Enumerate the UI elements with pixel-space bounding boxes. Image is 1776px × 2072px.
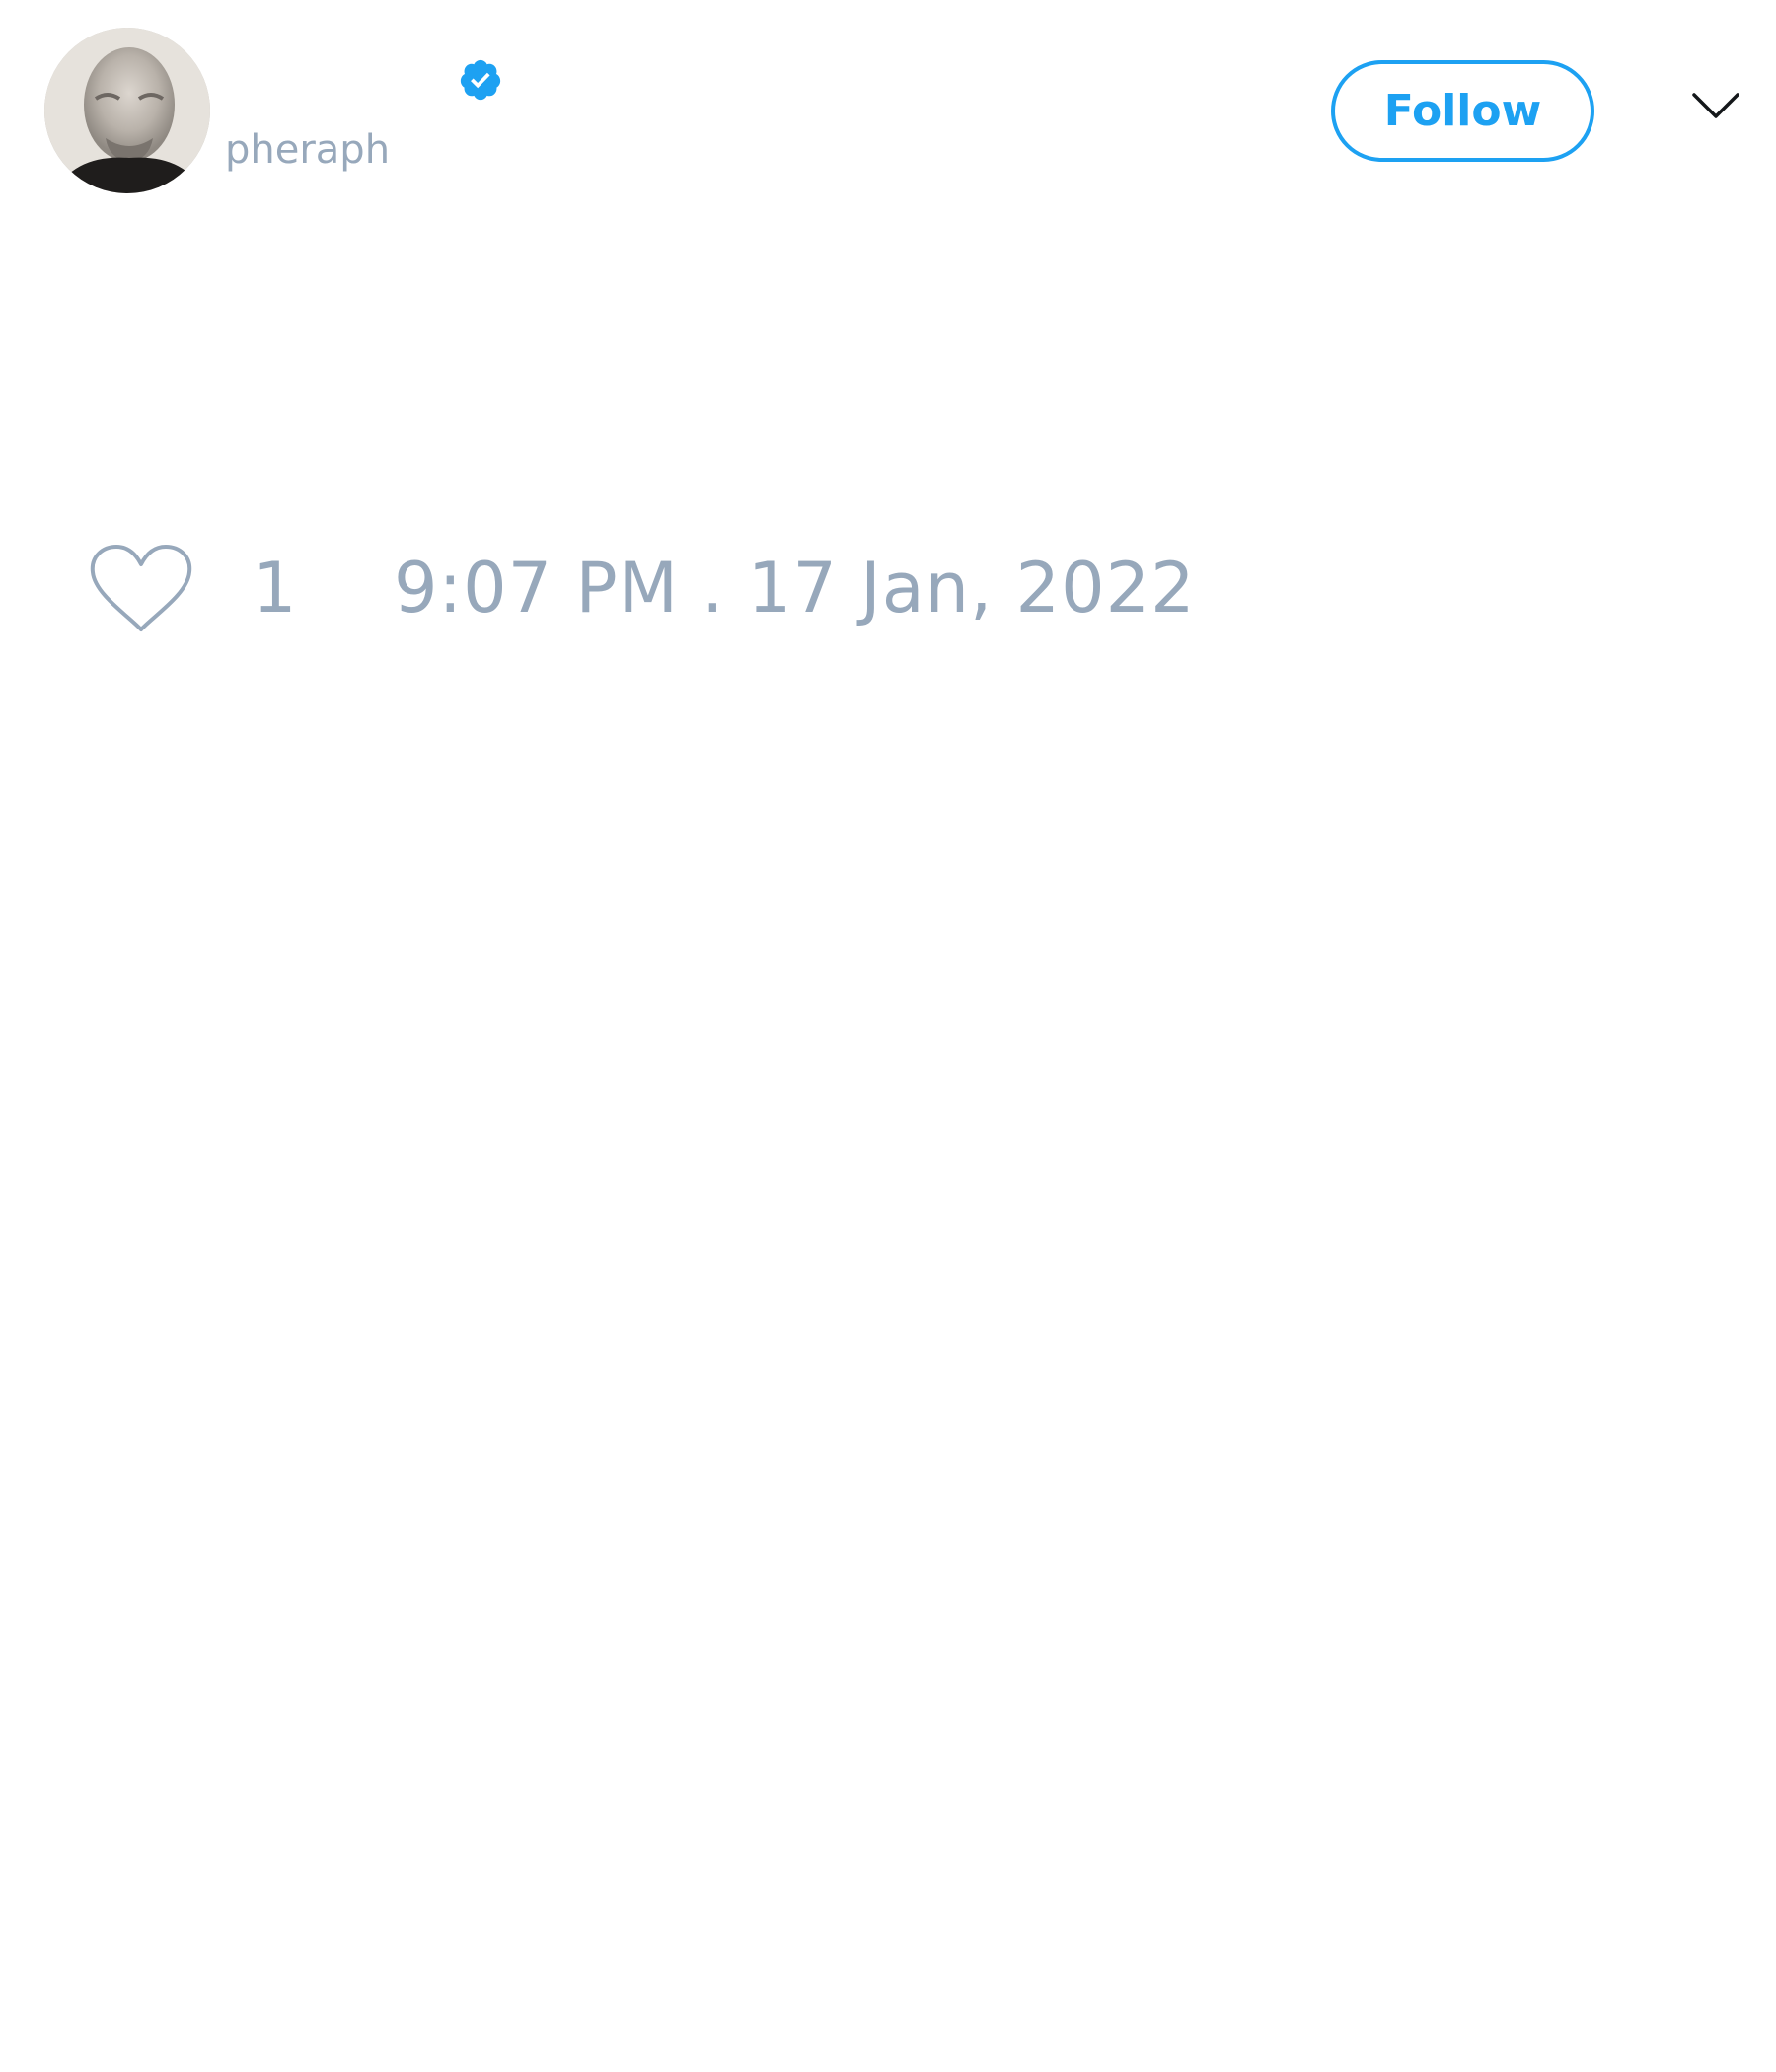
like-count: 1	[253, 548, 297, 629]
chevron-down-icon[interactable]	[1691, 89, 1740, 122]
tweet-timestamp[interactable]: 9:07 PM . 17 Jan, 2022	[394, 543, 1196, 633]
tweet-card: pheraph Follow 1 9:07 PM . 17 Jan, 2022	[0, 0, 1776, 2072]
heart-icon[interactable]	[89, 543, 193, 633]
follow-button[interactable]: Follow	[1331, 60, 1594, 162]
avatar-photo-icon	[44, 28, 210, 193]
avatar[interactable]	[44, 28, 210, 193]
verified-badge-icon	[460, 59, 501, 101]
author-handle[interactable]: pheraph	[225, 126, 390, 174]
